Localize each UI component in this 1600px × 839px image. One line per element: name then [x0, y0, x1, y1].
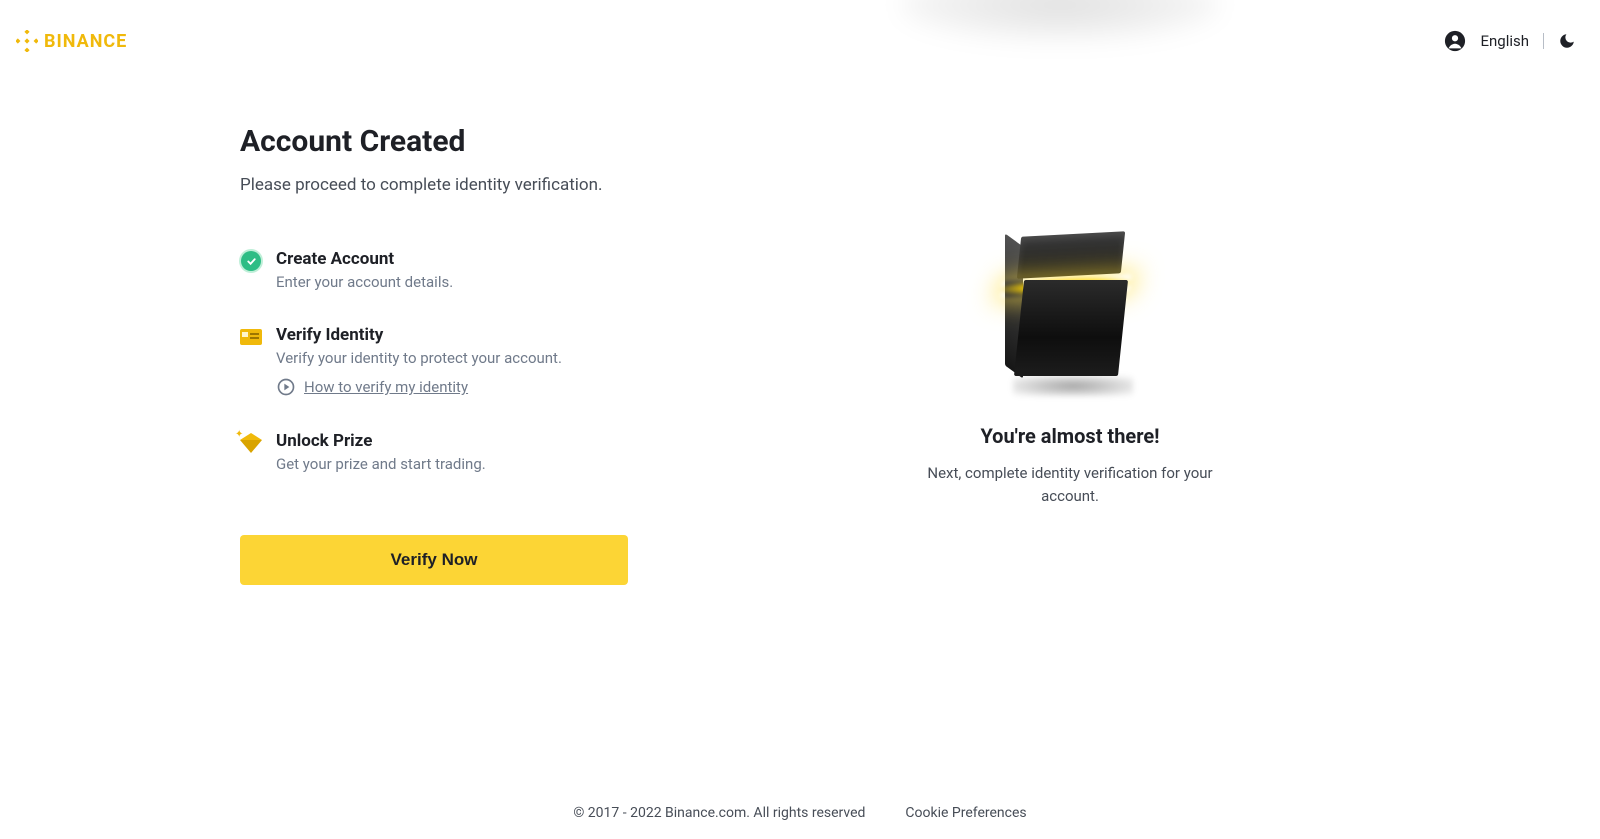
promo-title: You're almost there! [860, 424, 1280, 448]
cookie-preferences-link[interactable]: Cookie Preferences [905, 805, 1026, 821]
page-subtitle: Please proceed to complete identity veri… [240, 175, 720, 195]
mystery-box-illustration [995, 234, 1145, 394]
binance-icon [16, 30, 38, 52]
step-verify-desc: Verify your identity to protect your acc… [276, 349, 720, 367]
language-switch[interactable]: English [1480, 32, 1529, 50]
right-column: You're almost there! Next, complete iden… [860, 124, 1280, 585]
id-card-icon [240, 326, 262, 348]
diamond-prize-icon: ✦ [240, 432, 262, 454]
footer-copyright: © 2017 - 2022 Binance.com. All rights re… [573, 805, 865, 821]
step-unlock-title: Unlock Prize [276, 431, 720, 451]
step-unlock-desc: Get your prize and start trading. [276, 455, 720, 473]
promo-desc: Next, complete identity verification for… [920, 462, 1220, 507]
page-title: Account Created [240, 124, 720, 159]
divider [1543, 33, 1544, 49]
step-unlock-prize: ✦ Unlock Prize Get your prize and start … [240, 431, 720, 473]
step-create-account: Create Account Enter your account detail… [240, 249, 720, 291]
step-create-title: Create Account [276, 249, 720, 269]
play-circle-icon [276, 377, 296, 397]
main-content: Account Created Please proceed to comple… [240, 64, 1360, 585]
brand-logo[interactable]: BINANCE [16, 30, 127, 52]
footer: © 2017 - 2022 Binance.com. All rights re… [0, 805, 1600, 821]
verify-now-button[interactable]: Verify Now [240, 535, 628, 585]
brand-name: BINANCE [44, 31, 127, 52]
step-verify-title: Verify Identity [276, 325, 720, 345]
how-to-verify-link[interactable]: How to verify my identity [304, 378, 468, 396]
header-right: English [1444, 30, 1576, 52]
step-create-desc: Enter your account details. [276, 273, 720, 291]
theme-toggle-icon[interactable] [1558, 32, 1576, 50]
left-column: Account Created Please proceed to comple… [240, 124, 720, 585]
user-icon[interactable] [1444, 30, 1466, 52]
check-complete-icon [240, 250, 262, 272]
header: BINANCE English [0, 0, 1600, 64]
step-verify-identity: Verify Identity Verify your identity to … [240, 325, 720, 397]
